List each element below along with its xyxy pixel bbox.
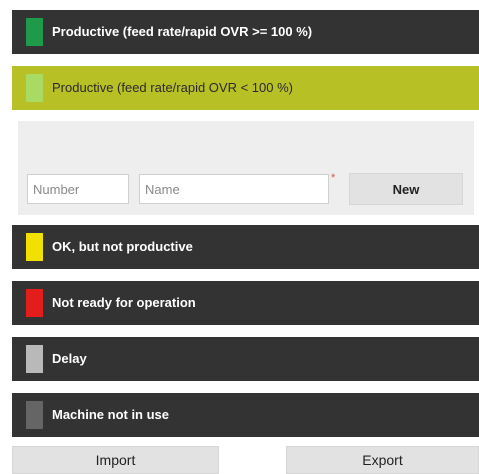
- status-row-productive-full[interactable]: Productive (feed rate/rapid OVR >= 100 %…: [12, 10, 479, 54]
- status-color-swatch: [26, 233, 43, 261]
- status-color-swatch: [26, 401, 43, 429]
- status-label: Machine not in use: [52, 407, 170, 422]
- status-row-productive-reduced[interactable]: Productive (feed rate/rapid OVR < 100 %): [12, 66, 479, 110]
- status-label: Delay: [52, 351, 87, 366]
- status-row-machine-not-in-use[interactable]: Machine not in use: [12, 393, 479, 437]
- number-input[interactable]: [27, 174, 129, 204]
- status-label: Productive (feed rate/rapid OVR < 100 %): [52, 80, 293, 95]
- status-color-swatch: [26, 74, 43, 102]
- new-entry-form: * New: [18, 121, 474, 215]
- status-row-not-ready[interactable]: Not ready for operation: [12, 281, 479, 325]
- status-color-swatch: [26, 345, 43, 373]
- status-row-ok-not-productive[interactable]: OK, but not productive: [12, 225, 479, 269]
- new-button[interactable]: New: [349, 173, 463, 205]
- status-label: Productive (feed rate/rapid OVR >= 100 %…: [52, 24, 313, 39]
- status-label: Not ready for operation: [52, 295, 196, 310]
- import-button[interactable]: Import: [12, 446, 219, 474]
- status-label: OK, but not productive: [52, 239, 193, 254]
- name-input[interactable]: [139, 174, 329, 204]
- export-button[interactable]: Export: [286, 446, 479, 474]
- required-indicator: *: [331, 172, 336, 184]
- status-color-swatch: [26, 289, 43, 317]
- status-row-delay[interactable]: Delay: [12, 337, 479, 381]
- status-color-swatch: [26, 18, 43, 46]
